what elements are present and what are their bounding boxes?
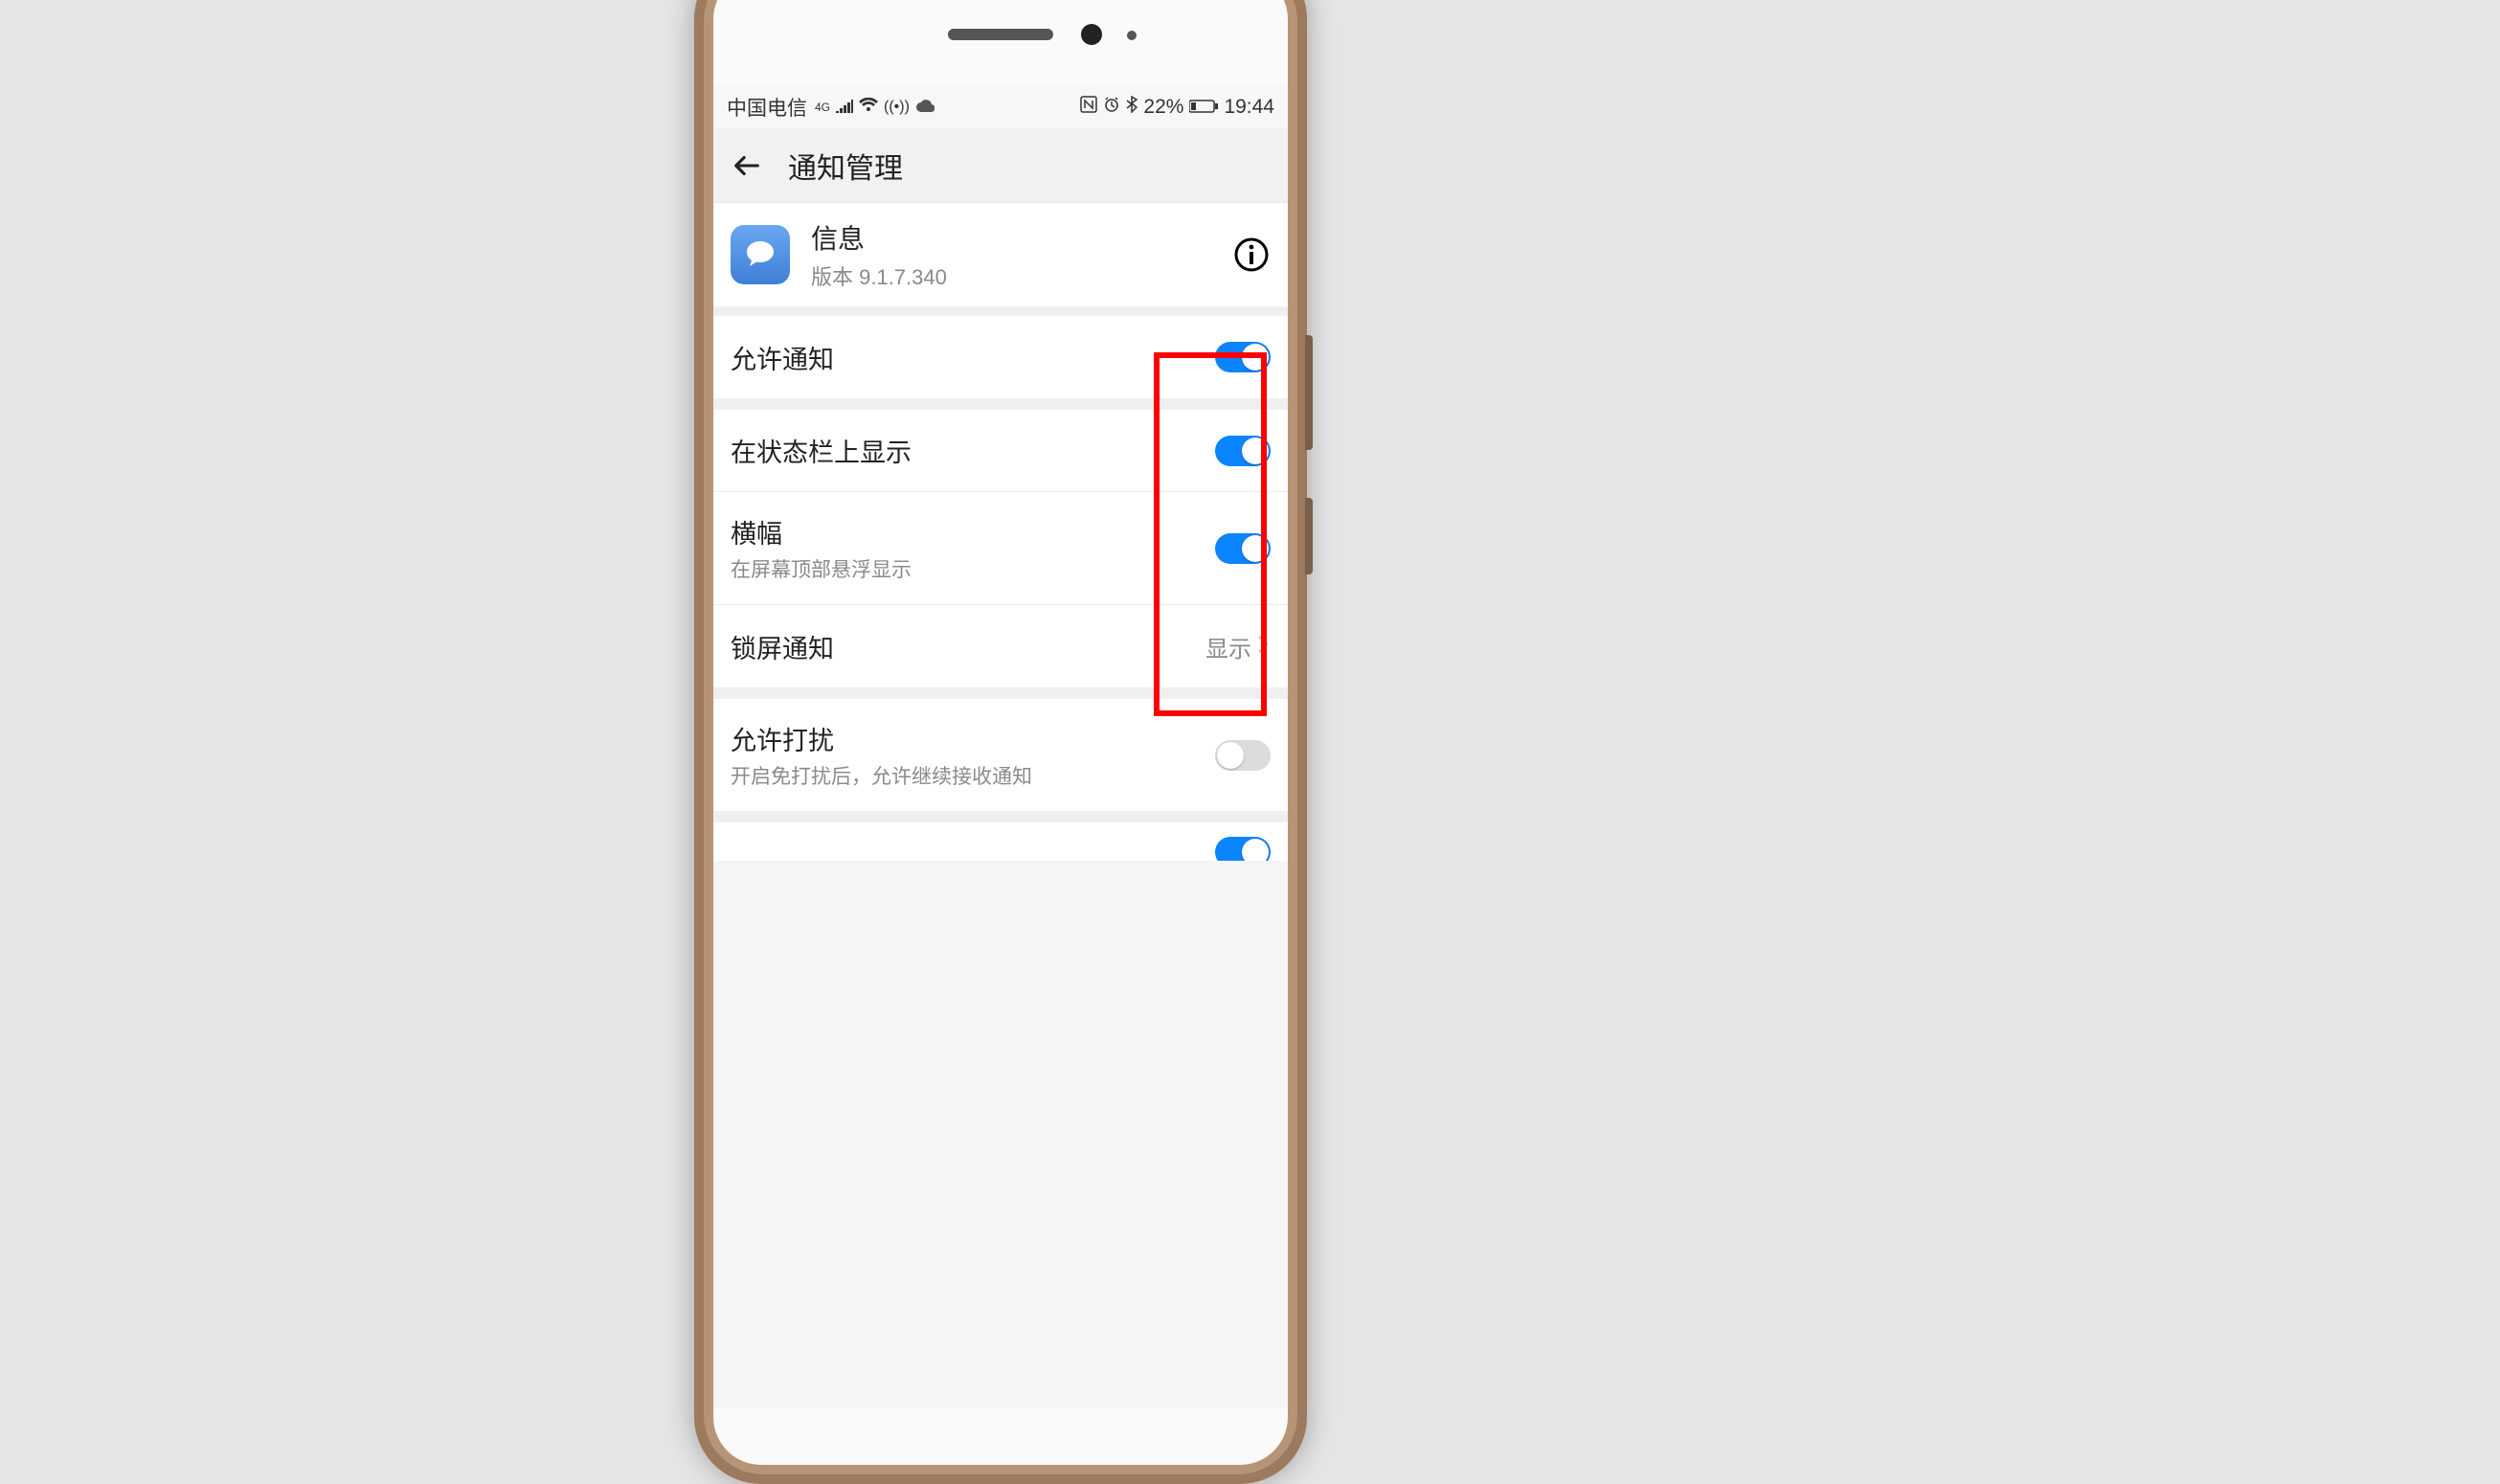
title-bar: 通知管理 — [713, 128, 1288, 203]
app-labels: 信息 版本 9.1.7.340 — [811, 218, 1232, 291]
status-bar: 中国电信 4G ((•)) — [713, 86, 1288, 128]
row-banner[interactable]: 横幅 在屏幕顶部悬浮显示 — [713, 492, 1288, 605]
battery-icon — [1189, 96, 1218, 119]
toggle-allow-notifications[interactable] — [1215, 342, 1271, 372]
info-button[interactable] — [1232, 236, 1271, 274]
sensor — [1127, 31, 1137, 40]
row-value: 显示 — [1205, 630, 1251, 663]
signal-icon — [836, 96, 853, 119]
front-camera — [1081, 24, 1102, 45]
phone-bezel: 中国电信 4G ((•)) — [713, 0, 1288, 1465]
back-button[interactable] — [723, 142, 771, 190]
phone-frame: 中国电信 4G ((•)) — [694, 0, 1307, 1484]
row-partial-next[interactable] — [713, 822, 1288, 861]
row-lockscreen[interactable]: 锁屏通知 显示 — [713, 605, 1288, 687]
cloud-icon — [915, 96, 935, 119]
group-allow: 允许通知 — [713, 316, 1288, 398]
carrier-label: 中国电信 — [727, 93, 807, 122]
status-right: 22% 19:44 — [1080, 96, 1274, 119]
group-display: 在状态栏上显示 横幅 在屏幕顶部悬浮显示 锁屏通知 — [713, 410, 1288, 687]
earpiece — [948, 29, 1053, 40]
row-label: 允许通知 — [731, 339, 1215, 376]
toggle-partial[interactable] — [1215, 837, 1271, 861]
row-allow-notifications[interactable]: 允许通知 — [713, 316, 1288, 398]
row-sublabel: 开启免打扰后，允许继续接收通知 — [731, 761, 1215, 790]
row-label: 锁屏通知 — [731, 628, 1205, 665]
row-allow-disturb[interactable]: 允许打扰 开启免打扰后，允许继续接收通知 — [713, 699, 1288, 811]
page-title: 通知管理 — [788, 145, 903, 187]
app-version: 版本 9.1.7.340 — [811, 260, 1232, 291]
hotspot-icon: ((•)) — [884, 99, 910, 116]
bluetooth-icon — [1126, 96, 1137, 119]
wifi-icon — [859, 96, 878, 119]
toggle-allow-disturb[interactable] — [1215, 740, 1271, 771]
clock-label: 19:44 — [1224, 96, 1274, 119]
group-separator — [713, 687, 1288, 699]
group-separator — [713, 398, 1288, 410]
row-label: 横幅 — [731, 513, 1215, 551]
row-label: 允许打扰 — [731, 720, 1215, 757]
app-header-row[interactable]: 信息 版本 9.1.7.340 — [713, 203, 1288, 316]
power-button — [1305, 498, 1313, 574]
nfc-icon — [1080, 96, 1097, 119]
toggle-statusbar-display[interactable] — [1215, 436, 1271, 466]
app-icon — [731, 225, 790, 284]
row-sublabel: 在屏幕顶部悬浮显示 — [731, 554, 1215, 583]
toggle-banner[interactable] — [1215, 533, 1271, 564]
network-badge: 4G — [815, 101, 830, 114]
chevron-right-icon — [1255, 633, 1271, 661]
group-separator — [713, 811, 1288, 822]
row-statusbar-display[interactable]: 在状态栏上显示 — [713, 410, 1288, 492]
alarm-icon — [1103, 96, 1120, 119]
row-label: 在状态栏上显示 — [731, 432, 1215, 469]
volume-button — [1305, 335, 1313, 450]
app-name: 信息 — [811, 218, 1232, 257]
group-disturb: 允许打扰 开启免打扰后，允许继续接收通知 — [713, 699, 1288, 811]
screen: 中国电信 4G ((•)) — [713, 86, 1288, 1407]
status-left: 中国电信 4G ((•)) — [727, 93, 935, 122]
battery-percent: 22% — [1143, 96, 1183, 119]
content: 信息 版本 9.1.7.340 允许通知 — [713, 203, 1288, 861]
